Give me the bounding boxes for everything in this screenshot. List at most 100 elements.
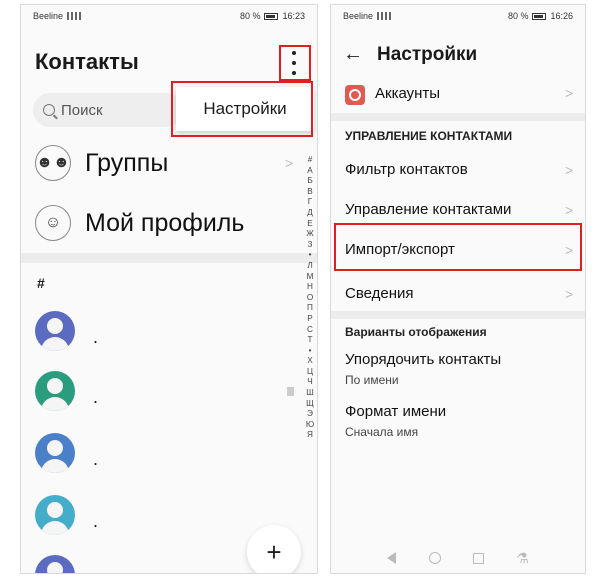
- alphabet-letter[interactable]: Ц: [307, 367, 313, 378]
- groups-row[interactable]: ☻☻ Группы: [35, 145, 168, 181]
- carrier-label: Beeline: [33, 11, 64, 21]
- add-contact-button[interactable]: +: [247, 525, 301, 573]
- alphabet-letter[interactable]: В: [307, 187, 312, 198]
- filter-contacts-item[interactable]: Фильтр контактов: [345, 161, 468, 178]
- my-profile-label: Мой профиль: [85, 208, 245, 237]
- accessibility-icon[interactable]: ⚗: [516, 550, 529, 567]
- search-placeholder: Поиск: [61, 101, 103, 119]
- accounts-icon: [345, 85, 365, 105]
- settings-screen: Beeline 80 % 16:26 ← Настройки Аккаунты …: [330, 4, 586, 574]
- divider: [331, 113, 585, 121]
- alphabet-letter[interactable]: Ш: [306, 388, 314, 399]
- alphabet-letter[interactable]: Ч: [307, 377, 312, 388]
- battery-icon: [264, 12, 279, 20]
- contact-row[interactable]: .: [35, 311, 98, 351]
- clock: 16:23: [282, 11, 305, 21]
- alphabet-letter[interactable]: М: [307, 272, 314, 283]
- signal-icon: [67, 12, 82, 20]
- nav-recent-icon[interactable]: [472, 552, 484, 564]
- manage-contacts-item[interactable]: Управление контактами: [345, 201, 511, 218]
- battery-percent: 80 %: [507, 11, 529, 21]
- avatar: [35, 371, 75, 411]
- nav-home-icon[interactable]: [428, 552, 441, 564]
- alphabet-letter[interactable]: О: [307, 293, 313, 304]
- alphabet-letter[interactable]: С: [307, 325, 313, 336]
- page-title: Настройки: [377, 43, 478, 65]
- alphabet-letter[interactable]: Ю: [306, 420, 314, 431]
- avatar: [35, 311, 75, 351]
- chevron-right-icon: >: [565, 202, 574, 218]
- section-manage-contacts: УПРАВЛЕНИЕ КОНТАКТАМИ: [345, 129, 513, 143]
- avatar: [35, 433, 75, 473]
- search-input[interactable]: Поиск: [33, 93, 183, 127]
- avatar: [35, 555, 75, 573]
- battery-percent: 80 %: [239, 11, 261, 21]
- status-bar: Beeline 80 % 16:23: [21, 5, 317, 27]
- alphabet-letter[interactable]: Т: [307, 335, 312, 346]
- alphabet-index[interactable]: # А Б В Г Д Е Ж З • Л М Н О П Р С Т • Х Ц Ч Ш Щ Э Ю Я: [304, 155, 316, 441]
- search-icon: [43, 104, 55, 116]
- carrier-label: Beeline: [343, 11, 374, 21]
- alphabet-letter[interactable]: П: [307, 303, 313, 314]
- alphabet-letter[interactable]: Г: [308, 197, 312, 208]
- contact-row[interactable]: [35, 555, 75, 573]
- alphabet-letter[interactable]: Л: [307, 261, 312, 272]
- alphabet-letter[interactable]: Д: [307, 208, 313, 219]
- back-arrow-icon[interactable]: ←: [343, 43, 363, 66]
- contact-name: .: [93, 326, 99, 347]
- avatar: [35, 495, 75, 535]
- alphabet-letter[interactable]: Я: [307, 430, 313, 441]
- contact-name: .: [93, 510, 99, 531]
- sort-contacts-value: По имени: [345, 373, 399, 387]
- sort-contacts-item[interactable]: Упорядочить контакты: [345, 351, 501, 368]
- my-profile-row[interactable]: ☺ Мой профиль: [35, 205, 244, 241]
- alphabet-letter[interactable]: Х: [307, 356, 312, 367]
- contact-row[interactable]: .: [35, 433, 98, 473]
- groups-label: Группы: [85, 148, 169, 177]
- contact-row[interactable]: .: [35, 495, 98, 535]
- alphabet-letter[interactable]: Э: [307, 409, 313, 420]
- contact-name: .: [93, 448, 99, 469]
- alphabet-letter[interactable]: Ж: [306, 229, 314, 240]
- alphabet-letter[interactable]: #: [308, 155, 313, 166]
- divider: [21, 253, 317, 263]
- section-letter: #: [37, 275, 45, 291]
- signal-icon: [377, 12, 392, 20]
- profile-icon: ☺: [35, 205, 71, 241]
- settings-header: ← Настройки: [343, 43, 477, 66]
- plus-icon: +: [266, 536, 282, 567]
- chevron-right-icon: >: [285, 155, 294, 171]
- section-display-options: Варианты отображения: [345, 325, 487, 339]
- system-nav-bar: ⚗: [331, 541, 585, 573]
- alphabet-letter[interactable]: А: [307, 166, 312, 177]
- file-icon: [287, 387, 294, 396]
- contact-row[interactable]: .: [35, 371, 98, 411]
- alphabet-letter[interactable]: Р: [307, 314, 312, 325]
- nav-back-icon[interactable]: [387, 552, 397, 564]
- alphabet-letter[interactable]: •: [309, 250, 312, 261]
- clock: 16:26: [550, 11, 573, 21]
- alphabet-letter[interactable]: Е: [307, 219, 312, 230]
- accounts-item[interactable]: Аккаунты: [375, 85, 440, 102]
- alphabet-letter[interactable]: Н: [307, 282, 313, 293]
- info-item[interactable]: Сведения: [345, 285, 414, 302]
- page-title: Контакты: [35, 49, 139, 74]
- status-bar: Beeline 80 % 16:26: [331, 5, 585, 27]
- highlight-frame-more: [279, 45, 311, 81]
- battery-icon: [532, 12, 547, 20]
- alphabet-letter[interactable]: Щ: [306, 399, 314, 410]
- divider: [331, 311, 585, 319]
- contacts-screen: Beeline 80 % 16:23 Контакты Поиск Настро…: [20, 4, 318, 574]
- chevron-right-icon: >: [565, 85, 574, 101]
- highlight-frame-import-export: [334, 223, 582, 271]
- alphabet-letter[interactable]: •: [309, 346, 312, 357]
- name-format-item[interactable]: Формат имени: [345, 403, 446, 420]
- chevron-right-icon: >: [565, 162, 574, 178]
- alphabet-letter[interactable]: Б: [307, 176, 312, 187]
- groups-icon: ☻☻: [35, 145, 71, 181]
- highlight-frame-settings: [171, 81, 313, 137]
- chevron-right-icon: >: [565, 286, 574, 302]
- contact-name: .: [93, 386, 99, 407]
- alphabet-letter[interactable]: З: [308, 240, 313, 251]
- name-format-value: Сначала имя: [345, 425, 419, 439]
